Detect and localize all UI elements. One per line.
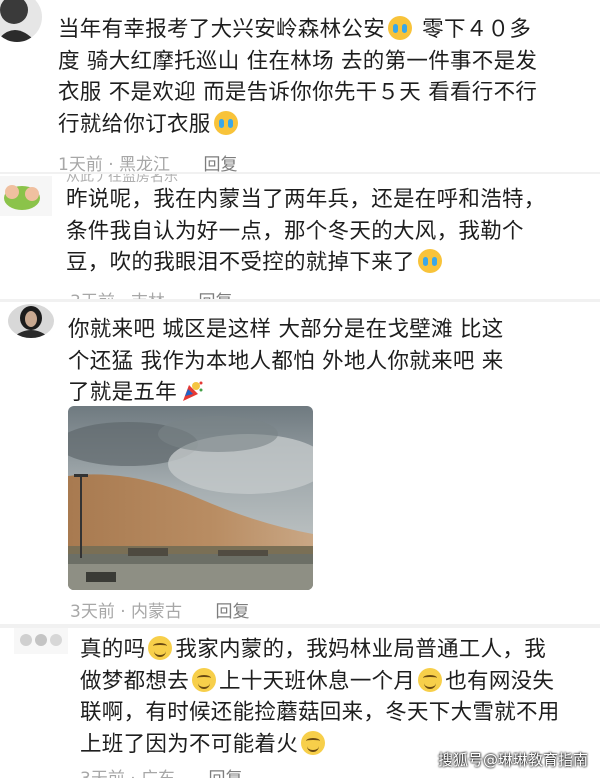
comment-line: 个还猛 我作为本地人都怕 外地人你就来吧 来 (68, 348, 504, 374)
comment-line: 联啊，有时候还能捡蘑菇回来，冬天下大雪就不用 (80, 700, 560, 725)
avatar[interactable] (14, 628, 68, 654)
comment-location: 黑龙江 (119, 155, 171, 172)
comment-line: 上班了因为不可能着火 (80, 731, 299, 757)
sandstorm-photo[interactable] (68, 406, 313, 590)
comment-line: 做梦都想去 (80, 668, 190, 694)
comment-line: 我家内蒙的，我妈林业局普通工人，我 (175, 637, 547, 662)
comment-meta: 1天前 · 黑龙江 回复 (58, 150, 237, 172)
comment-text: 你就来吧 城区是这样 大部分是在戈壁滩 比这 个还猛 我作为本地人都怕 外地人你… (68, 314, 504, 409)
comment-line: 条件我自认为好一点，那个冬天的大风，我勒个 (66, 218, 524, 244)
comment-line: 衣服 不是欢迎 而是告诉你你先干５天 看看行不行 (58, 80, 538, 105)
crying-face-icon (213, 110, 238, 135)
watermark: 搜狐号@琳琳教育指南 (437, 751, 588, 769)
comment-line: 豆，吹的我眼泪不受控的就掉下来了 (66, 250, 415, 275)
comment-time: 1天前 (58, 155, 103, 172)
comment-line: 你就来吧 城区是这样 大部分是在戈壁滩 比这 (68, 317, 504, 342)
comment-line: 也有网没失 (445, 668, 555, 694)
smiling-face-icon (301, 730, 326, 755)
comment-meta: 3天前 · 内蒙古 回复 (70, 602, 250, 622)
reply-button[interactable]: 回复 (208, 769, 242, 778)
comment-line: 真的吗 (80, 637, 146, 662)
reply-button[interactable]: 回复 (203, 155, 237, 172)
comment-card-1: 当年有幸报考了大兴安岭森林公安 零下４０多 度 骑大红摩托巡山 住在林场 去的第… (0, 0, 600, 172)
comment-time: 3天前 (80, 769, 125, 778)
smiling-face-icon (148, 636, 173, 660)
comment-text: 当年有幸报考了大兴安岭森林公安 零下４０多 度 骑大红摩托巡山 住在林场 去的第… (58, 14, 537, 140)
comment-text: 真的吗 我家内蒙的，我妈林业局普通工人，我 做梦都想去 上十天班休息一个月 也有网没失… (80, 634, 560, 760)
avatar[interactable] (8, 304, 54, 338)
comment-text: 昨说呢，我在内蒙当了两年兵，还是在呼和浩特， 条件我自认为好一点，那个冬天的大风… (66, 184, 546, 279)
smiling-face-icon (192, 667, 217, 692)
party-popper-icon (180, 379, 204, 403)
comment-line: 度 骑大红摩托巡山 住在林场 去的第一件事不是发 (58, 48, 538, 74)
reply-button[interactable]: 回复 (215, 602, 249, 622)
comment-card-2: 从此丿往监房名乐 昨说呢，我在内蒙当了两年兵，还是在呼和浩特， 条件我自认为好一… (0, 174, 600, 302)
crying-face-icon (417, 249, 442, 273)
comment-meta: 3天前 · 广东 回复 (80, 764, 242, 778)
comment-card-4: 真的吗 我家内蒙的，我妈林业局普通工人，我 做梦都想去 上十天班休息一个月 也有网没失… (0, 628, 600, 778)
avatar[interactable] (0, 0, 42, 42)
comment-line: 了就是五年 (68, 380, 178, 405)
comment-line: 零下４０多 (422, 17, 532, 42)
comment-card-3: 你就来吧 城区是这样 大部分是在戈壁滩 比这 个还猛 我作为本地人都怕 外地人你… (0, 302, 600, 624)
comment-location: 广东 (141, 769, 175, 778)
comment-time: 3天前 (70, 602, 115, 622)
comment-line: 行就给你订衣服 (58, 111, 211, 137)
comment-line: 昨说呢，我在内蒙当了两年兵，还是在呼和浩特， (66, 187, 546, 212)
comment-location: 内蒙古 (131, 602, 183, 622)
smiling-face-icon (418, 667, 443, 692)
comment-line: 当年有幸报考了大兴安岭森林公安 (58, 17, 386, 42)
avatar[interactable] (0, 176, 52, 216)
crying-face-icon (388, 16, 413, 40)
comment-line: 上十天班休息一个月 (219, 668, 416, 694)
